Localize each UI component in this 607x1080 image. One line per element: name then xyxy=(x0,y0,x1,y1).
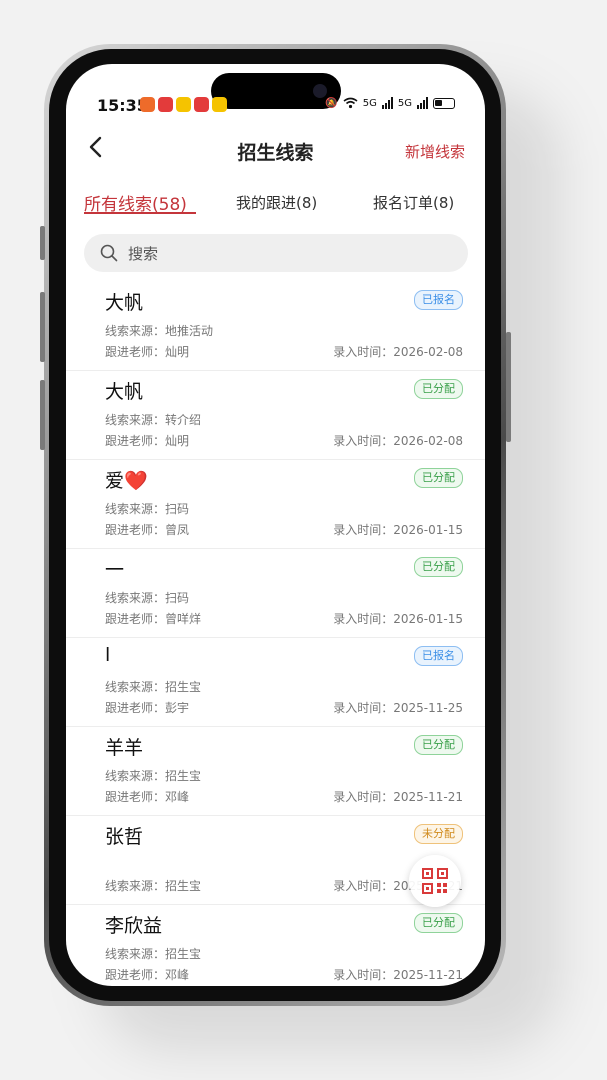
lead-entry-time: 录入时间：2025-11-21 xyxy=(333,968,463,982)
signal-5g-label: 5G xyxy=(362,97,377,109)
volume-up-button xyxy=(40,292,45,362)
status-badge: 已分配 xyxy=(414,379,463,399)
signal-5g-label: 5G xyxy=(397,97,412,109)
battery-icon xyxy=(433,97,455,109)
active-tab-indicator xyxy=(84,212,196,214)
lead-item[interactable]: 大帆 已分配 线索来源：转介绍 跟进老师：灿明 录入时间：2026-02-08 xyxy=(66,371,485,460)
lead-item[interactable]: 爱❤️ 已分配 线索来源：扫码 跟进老师：曾凤 录入时间：2026-01-15 xyxy=(66,460,485,549)
lead-entry-time: 录入时间：2025-11-25 xyxy=(333,701,463,715)
status-badge: 已分配 xyxy=(414,735,463,755)
lead-teacher: 跟进老师：灿明 xyxy=(105,345,190,359)
lead-name: 大帆 xyxy=(105,292,144,314)
status-badge: 未分配 xyxy=(414,824,463,844)
lead-teacher: 跟进老师：灿明 xyxy=(105,434,190,448)
tab-my-followups[interactable]: 我的跟进(8) xyxy=(236,192,317,213)
lead-entry-time: 录入时间：2026-02-08 xyxy=(333,345,463,359)
lead-name: l xyxy=(105,644,111,666)
lead-item[interactable]: 李欣益 已分配 线索来源：招生宝 跟进老师：邓峰 录入时间：2025-11-21 xyxy=(66,905,485,986)
status-badge: 已报名 xyxy=(414,290,463,310)
lead-teacher: 跟进老师：曾凤 xyxy=(105,523,190,537)
lead-item[interactable]: 一 已分配 线索来源：扫码 跟进老师：曾咩烊 录入时间：2026-01-15 xyxy=(66,549,485,638)
lead-source: 线索来源：招生宝 xyxy=(105,769,202,783)
app-screen: 15:35 🔕 5G 5G 招生线索 新增线索 所有线索(58) 我的跟进(8)… xyxy=(66,64,485,986)
lead-item[interactable]: 羊羊 已分配 线索来源：招生宝 跟进老师：邓峰 录入时间：2025-11-21 xyxy=(66,727,485,816)
search-placeholder: 搜索 xyxy=(128,244,159,263)
lead-name: 羊羊 xyxy=(105,737,144,759)
app-notification-icon xyxy=(212,97,227,112)
status-badge: 已分配 xyxy=(414,557,463,577)
signal-bars-icon xyxy=(381,97,393,109)
search-input[interactable]: 搜索 xyxy=(84,234,468,272)
lead-name: 李欣益 xyxy=(105,915,163,937)
lead-source: 线索来源：招生宝 xyxy=(105,947,202,961)
wifi-icon xyxy=(343,97,358,109)
tab-bar: 所有线索(58) 我的跟进(8) 报名订单(8) xyxy=(66,190,485,220)
lead-source: 线索来源：地推活动 xyxy=(105,324,214,338)
lead-entry-time: 录入时间：2026-02-08 xyxy=(333,434,463,448)
app-notification-icon xyxy=(194,97,209,112)
lead-name: 爱❤️ xyxy=(105,470,148,492)
status-badge: 已报名 xyxy=(414,646,463,666)
tab-enrollment-orders[interactable]: 报名订单(8) xyxy=(373,192,454,213)
lead-source: 线索来源：招生宝 xyxy=(105,680,202,694)
lead-entry-time: 录入时间：2025-11-21 xyxy=(333,790,463,804)
mute-icon: 🔕 xyxy=(325,97,338,109)
action-button xyxy=(40,226,45,260)
lead-item[interactable]: 大帆 已报名 线索来源：地推活动 跟进老师：灿明 录入时间：2026-02-08 xyxy=(66,282,485,371)
status-indicators: 🔕 5G 5G xyxy=(325,97,455,109)
lead-source: 线索来源：招生宝 xyxy=(105,879,202,893)
app-notification-icon xyxy=(176,97,191,112)
app-notification-icon xyxy=(158,97,173,112)
qr-code-button[interactable] xyxy=(409,855,461,907)
search-icon xyxy=(100,244,118,262)
app-notification-icon xyxy=(140,97,155,112)
lead-entry-time: 录入时间：2026-01-15 xyxy=(333,523,463,537)
lead-source: 线索来源：扫码 xyxy=(105,591,190,605)
lead-teacher: 跟进老师：邓峰 xyxy=(105,968,190,982)
lead-name: 大帆 xyxy=(105,381,144,403)
volume-down-button xyxy=(40,380,45,450)
add-lead-button[interactable]: 新增线索 xyxy=(405,141,465,162)
lead-source: 线索来源：转介绍 xyxy=(105,413,202,427)
lead-teacher: 跟进老师：彭宇 xyxy=(105,701,190,715)
lead-item[interactable]: l 已报名 线索来源：招生宝 跟进老师：彭宇 录入时间：2025-11-25 xyxy=(66,638,485,727)
lead-name: 一 xyxy=(105,559,125,581)
lead-teacher: 跟进老师：曾咩烊 xyxy=(105,612,202,626)
dynamic-island xyxy=(211,73,341,109)
status-badge: 已分配 xyxy=(414,913,463,933)
status-badge: 已分配 xyxy=(414,468,463,488)
lead-name: 张哲 xyxy=(105,826,144,848)
lead-source: 线索来源：扫码 xyxy=(105,502,190,516)
signal-bars-icon xyxy=(417,97,428,109)
lead-entry-time: 录入时间：2026-01-15 xyxy=(333,612,463,626)
power-button xyxy=(506,332,511,442)
lead-teacher: 跟进老师：邓峰 xyxy=(105,790,190,804)
qr-code-icon xyxy=(422,868,448,894)
notification-icons xyxy=(140,97,227,112)
